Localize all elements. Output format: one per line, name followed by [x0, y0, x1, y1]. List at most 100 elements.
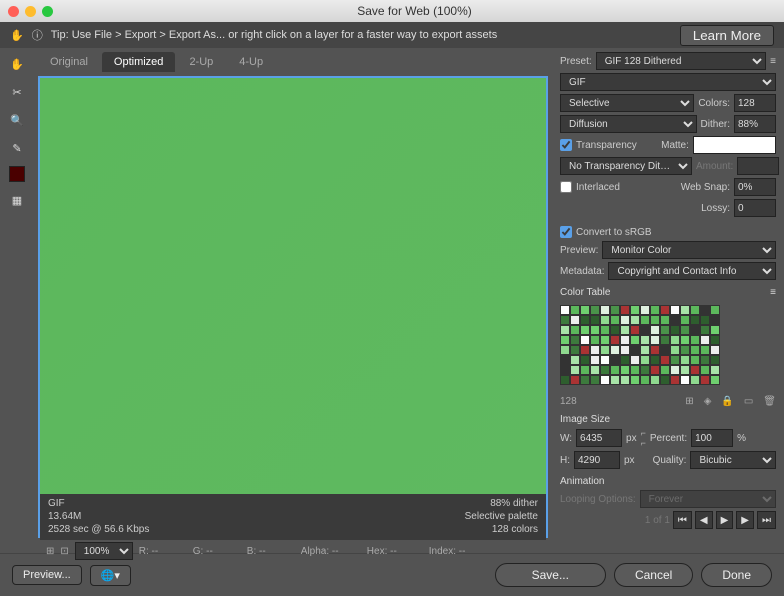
color-swatch-cell[interactable] — [710, 375, 720, 385]
preset-menu-icon[interactable]: ≡ — [770, 56, 776, 67]
color-swatch-cell[interactable] — [620, 325, 630, 335]
color-swatch-cell[interactable] — [630, 365, 640, 375]
color-swatch-cell[interactable] — [560, 325, 570, 335]
color-swatch-cell[interactable] — [620, 365, 630, 375]
grid-icon[interactable]: ⊞ — [46, 546, 54, 557]
browser-preview-icon[interactable]: 🌐▾ — [90, 565, 131, 586]
color-swatch-cell[interactable] — [570, 345, 580, 355]
color-swatch-cell[interactable] — [690, 345, 700, 355]
color-swatch-cell[interactable] — [660, 325, 670, 335]
color-swatch-cell[interactable] — [560, 335, 570, 345]
color-swatch-cell[interactable] — [690, 315, 700, 325]
lossy-input[interactable] — [734, 199, 776, 217]
color-swatch-cell[interactable] — [690, 375, 700, 385]
color-swatch-cell[interactable] — [650, 315, 660, 325]
color-swatch-cell[interactable] — [650, 375, 660, 385]
color-swatch-cell[interactable] — [660, 365, 670, 375]
color-swatch-cell[interactable] — [620, 375, 630, 385]
color-swatch-cell[interactable] — [700, 325, 710, 335]
metadata-select[interactable]: Copyright and Contact Info — [608, 262, 776, 280]
color-swatch-cell[interactable] — [670, 365, 680, 375]
color-swatch-cell[interactable] — [650, 365, 660, 375]
color-swatch-cell[interactable] — [700, 345, 710, 355]
preview-select[interactable]: Monitor Color — [602, 241, 776, 259]
close-window-icon[interactable] — [8, 6, 19, 17]
color-swatch-cell[interactable] — [640, 305, 650, 315]
color-swatch-cell[interactable] — [580, 355, 590, 365]
color-swatch-cell[interactable] — [580, 325, 590, 335]
reduction-select[interactable]: Selective — [560, 94, 694, 112]
color-swatch-cell[interactable] — [640, 335, 650, 345]
color-swatch-cell[interactable] — [570, 375, 580, 385]
save-button[interactable]: Save... — [495, 563, 606, 587]
color-swatch-cell[interactable] — [690, 325, 700, 335]
eyedropper-tool-icon[interactable]: ✎ — [7, 138, 27, 158]
link-dimensions-icon[interactable]: ⌐⌐ — [641, 428, 646, 448]
color-swatch-cell[interactable] — [600, 345, 610, 355]
color-swatch-cell[interactable] — [700, 355, 710, 365]
color-swatch-cell[interactable] — [710, 355, 720, 365]
minimize-window-icon[interactable] — [25, 6, 36, 17]
color-swatch-cell[interactable] — [670, 315, 680, 325]
color-table-grid[interactable] — [560, 305, 720, 385]
slice-tool-icon[interactable]: ✂ — [7, 82, 27, 102]
zoom-tool-icon[interactable]: 🔍 — [7, 110, 27, 130]
learn-more-button[interactable]: Learn More — [680, 25, 774, 46]
color-swatch-cell[interactable] — [610, 355, 620, 365]
tab-2up[interactable]: 2-Up — [177, 52, 225, 72]
color-swatch-cell[interactable] — [570, 335, 580, 345]
color-swatch-cell[interactable] — [710, 335, 720, 345]
color-swatch-cell[interactable] — [710, 325, 720, 335]
preset-select[interactable]: GIF 128 Dithered — [596, 52, 766, 70]
color-swatch-cell[interactable] — [560, 365, 570, 375]
srgb-checkbox[interactable] — [560, 226, 572, 238]
color-swatch-cell[interactable] — [710, 315, 720, 325]
color-swatch-cell[interactable] — [600, 375, 610, 385]
color-swatch-cell[interactable] — [670, 355, 680, 365]
color-swatch-cell[interactable] — [620, 305, 630, 315]
color-swatch-cell[interactable] — [660, 335, 670, 345]
color-swatch-cell[interactable] — [640, 315, 650, 325]
color-swatch-cell[interactable] — [570, 365, 580, 375]
color-swatch-cell[interactable] — [690, 365, 700, 375]
color-swatch-cell[interactable] — [560, 315, 570, 325]
color-swatch-cell[interactable] — [610, 315, 620, 325]
color-swatch-cell[interactable] — [630, 345, 640, 355]
color-swatch-cell[interactable] — [640, 365, 650, 375]
color-swatch-cell[interactable] — [680, 365, 690, 375]
color-swatch-cell[interactable] — [670, 305, 680, 315]
toggle-slices-icon[interactable]: ▦ — [7, 190, 27, 210]
zoom-window-icon[interactable] — [42, 6, 53, 17]
color-swatch-cell[interactable] — [590, 335, 600, 345]
color-swatch-cell[interactable] — [630, 305, 640, 315]
color-swatch-cell[interactable] — [620, 335, 630, 345]
color-swatch-cell[interactable] — [590, 365, 600, 375]
zoom-select[interactable]: 100% — [75, 542, 133, 560]
color-swatch[interactable] — [9, 166, 25, 182]
color-swatch-cell[interactable] — [620, 355, 630, 365]
color-swatch-cell[interactable] — [580, 315, 590, 325]
color-swatch-cell[interactable] — [680, 355, 690, 365]
color-swatch-cell[interactable] — [660, 315, 670, 325]
color-swatch-cell[interactable] — [600, 355, 610, 365]
color-swatch-cell[interactable] — [560, 355, 570, 365]
color-swatch-cell[interactable] — [700, 315, 710, 325]
color-swatch-cell[interactable] — [670, 325, 680, 335]
color-swatch-cell[interactable] — [590, 305, 600, 315]
color-swatch-cell[interactable] — [670, 345, 680, 355]
color-swatch-cell[interactable] — [650, 305, 660, 315]
tab-4up[interactable]: 4-Up — [227, 52, 275, 72]
color-swatch-cell[interactable] — [580, 345, 590, 355]
color-table-menu-icon[interactable]: ≡ — [770, 287, 776, 298]
color-swatch-cell[interactable] — [560, 345, 570, 355]
dither-method-select[interactable]: Diffusion — [560, 115, 697, 133]
color-swatch-cell[interactable] — [570, 355, 580, 365]
dither-input[interactable] — [734, 115, 776, 133]
transparency-checkbox[interactable] — [560, 139, 572, 151]
colors-input[interactable] — [734, 94, 776, 112]
width-input[interactable] — [576, 429, 622, 447]
color-swatch-cell[interactable] — [680, 305, 690, 315]
height-input[interactable] — [574, 451, 620, 469]
color-swatch-cell[interactable] — [600, 325, 610, 335]
preview-button[interactable]: Preview... — [12, 565, 82, 585]
